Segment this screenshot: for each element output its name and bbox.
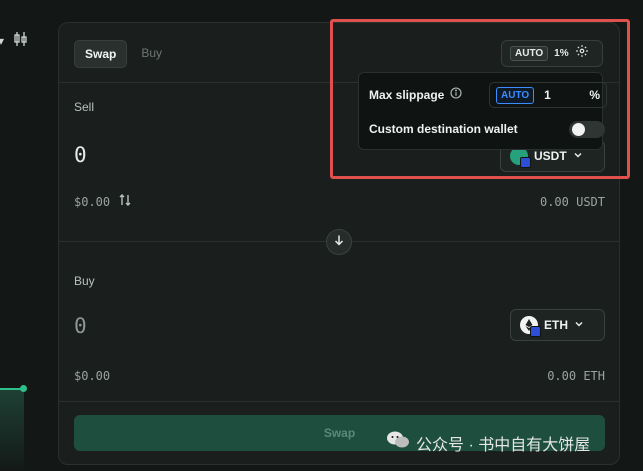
custom-destination-toggle[interactable]	[569, 121, 605, 138]
switch-direction-button[interactable]	[326, 229, 352, 255]
swap-vertical-icon[interactable]	[119, 193, 131, 212]
sell-amount-input[interactable]: 0	[74, 143, 87, 167]
watermark-text: 公众号 · 书中自有大饼屋	[416, 436, 591, 454]
chart-edge: ▾	[0, 0, 40, 471]
auto-slippage-chip: AUTO	[510, 46, 549, 61]
max-slippage-row: Max slippage AUTO 1 %	[369, 82, 607, 108]
eth-logo-icon	[520, 316, 541, 337]
chevron-down-icon[interactable]: ▾	[0, 34, 4, 48]
auto-slippage-toggle[interactable]: AUTO	[496, 86, 535, 104]
sell-label: Sell	[74, 100, 95, 114]
tab-swap[interactable]: Swap	[74, 40, 128, 68]
slippage-settings-button[interactable]: AUTO 1%	[501, 40, 603, 67]
percent-symbol: %	[589, 88, 600, 102]
slippage-summary: 1%	[554, 48, 569, 59]
info-icon[interactable]	[450, 86, 462, 104]
tab-buy[interactable]: Buy	[131, 40, 172, 66]
footer-divider	[59, 401, 619, 402]
buy-token-selector[interactable]: ETH	[510, 309, 605, 341]
custom-destination-label: Custom destination wallet	[369, 122, 518, 136]
price-chart-marker	[20, 385, 27, 392]
buy-token-symbol: ETH	[544, 318, 568, 332]
sell-fiat-value: $0.00	[74, 195, 111, 209]
chevron-down-icon	[573, 149, 583, 163]
price-chart-area	[0, 388, 24, 471]
sell-balance: 0.00 USDT	[539, 195, 605, 209]
arrow-down-icon	[333, 233, 345, 251]
buy-label: Buy	[74, 274, 95, 288]
slippage-value[interactable]: 1	[544, 88, 589, 102]
toggle-knob	[572, 123, 585, 136]
buy-amount-input[interactable]: 0	[74, 314, 87, 338]
candlestick-icon[interactable]	[14, 31, 28, 52]
wechat-icon	[386, 430, 410, 455]
custom-destination-row: Custom destination wallet	[369, 119, 605, 139]
buy-balance: 0.00 ETH	[547, 369, 605, 383]
buy-fiat-value: $0.00	[74, 369, 111, 383]
mode-tabs: Swap Buy	[74, 40, 172, 68]
gear-icon	[575, 44, 589, 63]
max-slippage-input[interactable]: AUTO 1 %	[489, 82, 607, 108]
wechat-watermark: 公众号 · 书中自有大饼屋	[386, 430, 590, 455]
chevron-down-icon	[574, 318, 584, 332]
max-slippage-label: Max slippage	[369, 88, 445, 102]
sell-token-symbol: USDT	[534, 149, 567, 163]
slippage-popover: Max slippage AUTO 1 % Custom destination…	[358, 72, 607, 150]
